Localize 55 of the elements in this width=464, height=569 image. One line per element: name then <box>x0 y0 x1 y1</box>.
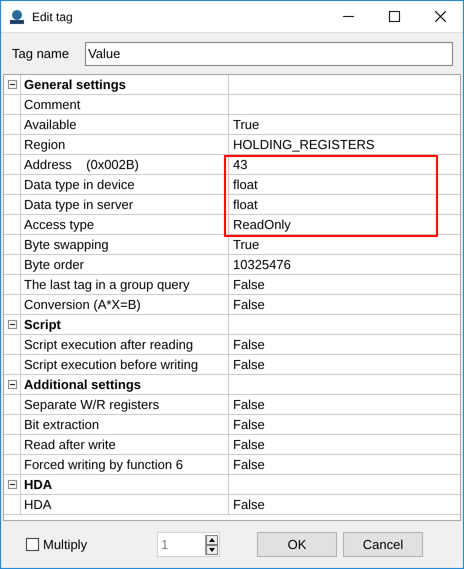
property-value[interactable]: 10325476 <box>229 255 291 274</box>
collapse-icon[interactable] <box>8 80 16 89</box>
multiply-label: Multiply <box>43 536 88 554</box>
property-value[interactable]: float <box>229 175 258 194</box>
tag-name-label: Tag name <box>12 44 70 63</box>
property-value[interactable]: float <box>229 195 258 214</box>
dialog-button[interactable]: OK <box>257 532 337 557</box>
collapse-icon[interactable] <box>8 380 16 389</box>
property-name: Data type in server <box>21 195 229 214</box>
tag-name-field[interactable]: Value <box>85 42 454 66</box>
property-value[interactable]: False <box>229 355 265 374</box>
property-value[interactable]: False <box>229 295 265 314</box>
property-value[interactable]: False <box>229 435 265 454</box>
window-title: Edit tag <box>32 8 73 26</box>
property-name: Script execution before writing <box>21 355 229 374</box>
group-title: General settings <box>21 75 229 94</box>
property-value[interactable]: False <box>229 275 265 294</box>
property-value[interactable]: False <box>229 415 265 434</box>
property-name: Forced writing by function 6 <box>21 455 229 474</box>
property-name: The last tag in a group query <box>21 275 229 294</box>
property-value[interactable]: HOLDING_REGISTERS <box>229 135 375 154</box>
property-name: HDA <box>21 495 229 514</box>
app-logo-icon <box>9 8 25 24</box>
property-name: Address (0x002B) <box>21 155 229 174</box>
property-value[interactable]: ReadOnly <box>229 215 291 234</box>
collapse-icon[interactable] <box>8 480 16 489</box>
property-name: Read after write <box>21 435 229 454</box>
property-name: Data type in device <box>21 175 229 194</box>
property-name: Comment <box>21 95 229 114</box>
property-value[interactable]: 43 <box>229 155 248 174</box>
property-name: Access type <box>21 215 229 234</box>
property-value[interactable]: True <box>229 235 260 254</box>
property-name: Bit extraction <box>21 415 229 434</box>
property-name: Script execution after reading <box>21 335 229 354</box>
group-title: Script <box>21 315 229 334</box>
property-value[interactable]: True <box>229 115 260 134</box>
property-name: Byte order <box>21 255 229 274</box>
spin-up-icon[interactable] <box>206 534 218 544</box>
property-name: Byte swapping <box>21 235 229 254</box>
property-value[interactable]: False <box>229 495 265 514</box>
spin-down-icon[interactable] <box>206 544 218 554</box>
property-name: Available <box>21 115 229 134</box>
property-name: Conversion (A*X=B) <box>21 295 229 314</box>
maximize-icon <box>388 11 400 22</box>
property-value[interactable]: False <box>229 395 265 414</box>
minimize-icon <box>342 16 354 17</box>
property-name: Separate W/R registers <box>21 395 229 414</box>
dialog-button[interactable]: Cancel <box>343 532 423 557</box>
property-name: Region <box>21 135 229 154</box>
group-title: HDA <box>21 475 229 494</box>
property-value[interactable]: False <box>229 335 265 354</box>
group-title: Additional settings <box>21 375 229 394</box>
close-icon <box>434 11 446 22</box>
property-value[interactable]: False <box>229 455 265 474</box>
collapse-icon[interactable] <box>8 320 16 329</box>
